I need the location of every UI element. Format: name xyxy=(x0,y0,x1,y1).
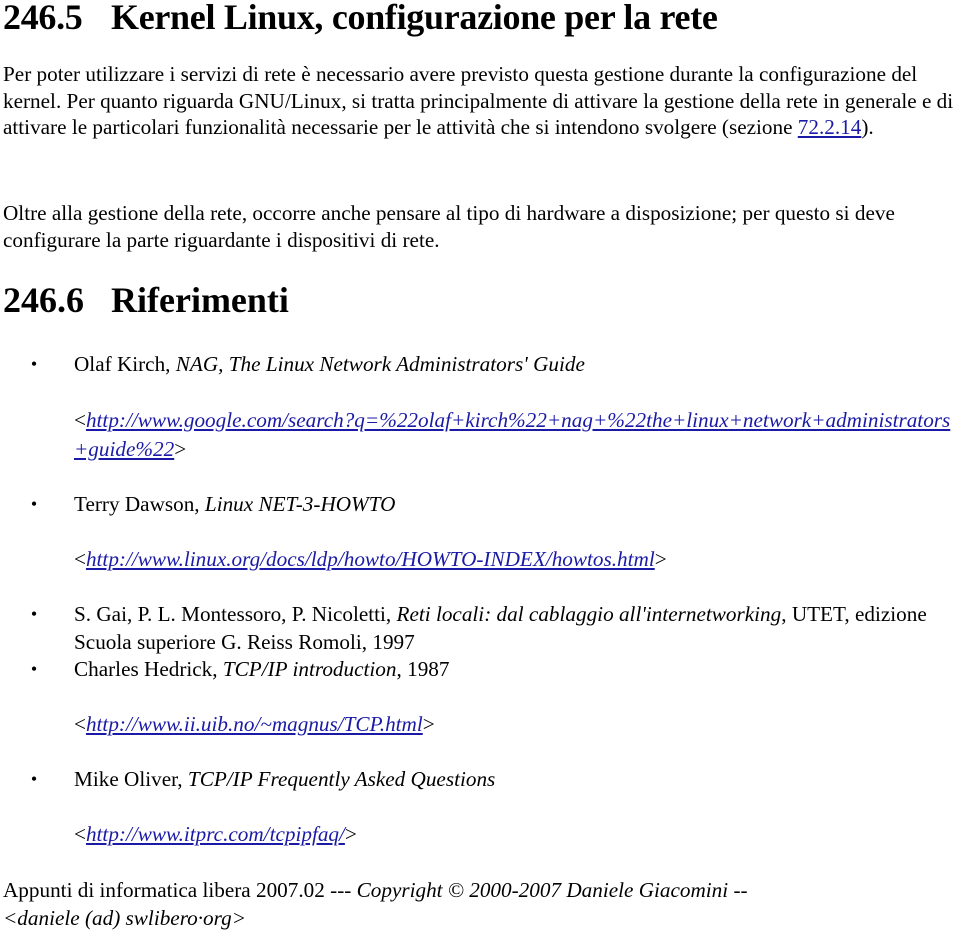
url-open-bracket: < xyxy=(74,712,86,736)
bullet-icon: • xyxy=(30,494,38,514)
reference-title: Reti locali: dal cablaggio all'internetw… xyxy=(396,602,782,626)
reference-item: • Mike Oliver, TCP/IP Frequently Asked Qu… xyxy=(31,765,958,793)
section-heading-kernel-linux: 246.5 Kernel Linux, configurazione per la… xyxy=(3,0,718,38)
paragraph-kernel-config: Per poter utilizzare i servizi di rete è… xyxy=(3,61,958,141)
paragraph-text-end: ). xyxy=(861,115,874,139)
reference-item: • Charles Hedrick, TCP/IP introduction, 1… xyxy=(31,655,958,683)
reference-title: Linux NET-3-HOWTO xyxy=(204,492,396,516)
footer: Appunti di informatica libera 2007.02 --… xyxy=(3,876,958,932)
bullet-icon: • xyxy=(30,769,38,789)
reference-url: <http://www.ii.uib.no/~magnus/TCP.html> xyxy=(74,710,958,738)
url-close-bracket: > xyxy=(344,822,357,846)
reference-title: TCP/IP introduction xyxy=(222,657,397,681)
footer-text: Appunti di informatica libera 2007.02 --… xyxy=(3,878,357,902)
section-heading-riferimenti: 246.6 Riferimenti xyxy=(3,279,289,321)
reference-link[interactable]: http://www.linux.org/docs/ldp/howto/HOWT… xyxy=(86,547,655,571)
url-close-bracket: > xyxy=(654,547,667,571)
url-open-bracket: < xyxy=(74,408,86,432)
section-title: Kernel Linux, configurazione per la rete xyxy=(111,0,718,37)
section-number: 246.5 xyxy=(3,0,83,37)
footer-copyright: Copyright © 2000-2007 Daniele Giacomini … xyxy=(356,878,748,902)
bullet-icon: • xyxy=(30,604,38,624)
reference-link[interactable]: http://www.itprc.com/tcpipfaq/ xyxy=(86,822,345,846)
url-close-bracket: > xyxy=(422,712,435,736)
section-number: 246.6 xyxy=(3,280,84,320)
url-open-bracket: < xyxy=(74,822,86,846)
reference-author: Terry Dawson, xyxy=(74,492,205,516)
reference-title: TCP/IP Frequently Asked Questions xyxy=(187,767,496,791)
paragraph-hardware: Oltre alla gestione della rete, occorre … xyxy=(3,201,895,252)
reference-item: • Terry Dawson, Linux NET-3-HOWTO xyxy=(31,490,958,518)
reference-author: S. Gai, P. L. Montessoro, P. Nicoletti, xyxy=(74,602,397,626)
reference-url: <http://www.google.com/search?q=%22olaf+… xyxy=(74,406,958,464)
url-close-bracket: > xyxy=(174,437,187,461)
reference-author: Mike Oliver, xyxy=(74,767,188,791)
reference-item: • Olaf Kirch, NAG, The Linux Network Admi… xyxy=(31,350,958,378)
reference-link[interactable]: http://www.ii.uib.no/~magnus/TCP.html xyxy=(86,712,423,736)
reference-author: Charles Hedrick, xyxy=(74,657,223,681)
reference-title: NAG, The Linux Network Administrators' G… xyxy=(175,352,585,376)
reference-url: <http://www.linux.org/docs/ldp/howto/HOW… xyxy=(74,545,958,573)
section-link-72-2-14[interactable]: 72.2.14 xyxy=(798,115,862,139)
reference-author: Olaf Kirch, xyxy=(74,352,176,376)
section-title: Riferimenti xyxy=(111,280,289,320)
reference-year: , 1987 xyxy=(396,657,450,681)
footer-email: <daniele (ad) swlibero·org> xyxy=(3,906,246,930)
reference-url: <http://www.itprc.com/tcpipfaq/> xyxy=(74,820,958,848)
reference-link[interactable]: http://www.google.com/search?q=%22olaf+k… xyxy=(74,408,950,461)
bullet-icon: • xyxy=(30,659,38,679)
reference-item: • S. Gai, P. L. Montessoro, P. Nicoletti,… xyxy=(31,600,958,656)
bullet-icon: • xyxy=(30,354,38,374)
url-open-bracket: < xyxy=(74,547,86,571)
